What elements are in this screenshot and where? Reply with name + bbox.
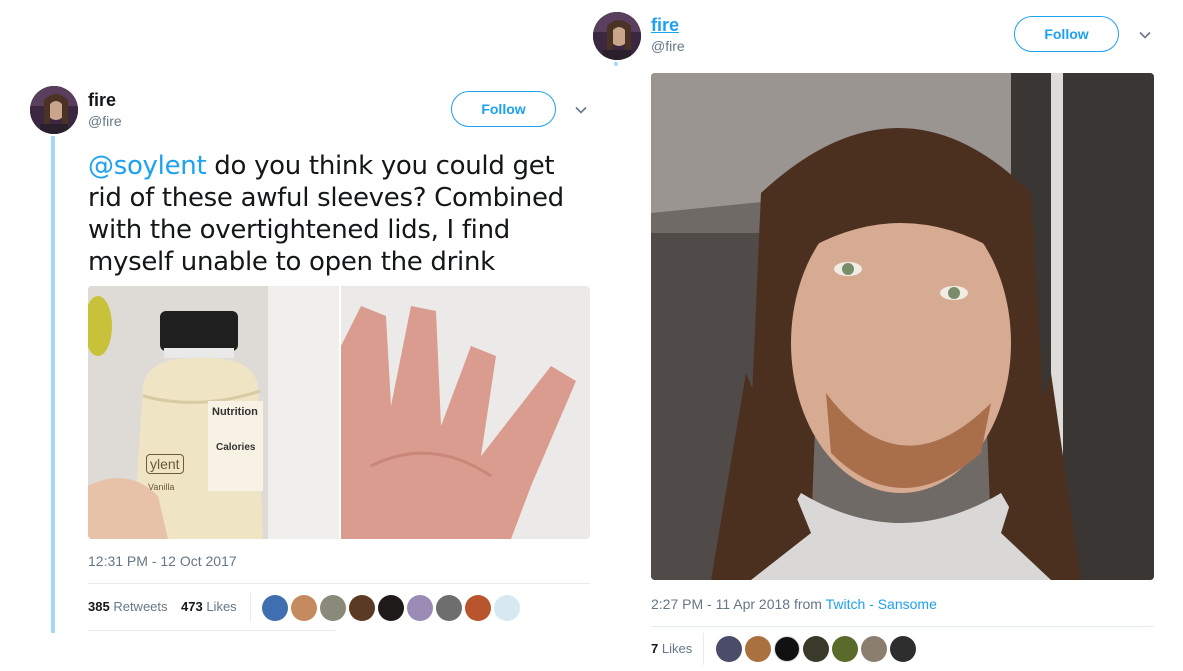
author-handle[interactable]: @fire xyxy=(651,38,685,54)
avatar[interactable] xyxy=(593,12,641,60)
follow-button[interactable]: Follow xyxy=(1014,16,1119,52)
likes-stat[interactable]: 7 Likes xyxy=(651,641,692,656)
tweet-timestamp[interactable]: 2:27 PM - 11 Apr 2018 xyxy=(651,596,790,612)
likers-avatars xyxy=(716,636,916,662)
chevron-down-icon[interactable] xyxy=(574,103,588,117)
retweets-label: Retweets xyxy=(113,599,168,614)
label-brand: ylent xyxy=(146,454,184,474)
liker-avatar[interactable] xyxy=(890,636,916,662)
liker-avatar[interactable] xyxy=(861,636,887,662)
label-flavor: Vanilla xyxy=(148,482,175,492)
thread-line xyxy=(51,136,55,633)
likes-count: 7 xyxy=(651,641,659,656)
liker-avatar[interactable] xyxy=(291,595,317,621)
source-link[interactable]: Twitch - Sansome xyxy=(826,596,937,612)
liker-avatar[interactable] xyxy=(745,636,771,662)
stats-divider xyxy=(703,633,704,665)
media-grid: Nutrition Calories ylent Vanilla xyxy=(88,286,590,539)
tweet-photo-hand[interactable] xyxy=(341,286,590,539)
liker-avatar[interactable] xyxy=(320,595,346,621)
author-name[interactable]: fire xyxy=(88,90,116,111)
avatar[interactable] xyxy=(30,86,78,134)
liker-avatar[interactable] xyxy=(407,595,433,621)
divider xyxy=(651,626,1154,627)
liker-avatar[interactable] xyxy=(378,595,404,621)
label-calories: Calories xyxy=(216,442,256,453)
from-label: from xyxy=(793,596,822,612)
liker-avatar[interactable] xyxy=(262,595,288,621)
tweet-photo-bottle[interactable]: Nutrition Calories ylent Vanilla xyxy=(88,286,339,539)
author-handle[interactable]: @fire xyxy=(88,113,122,129)
tweet-timestamp[interactable]: 12:31 PM - 12 Oct 2017 xyxy=(88,553,237,569)
stats-divider xyxy=(250,592,251,622)
thread-dot xyxy=(614,62,618,66)
likes-stat[interactable]: 473 Likes xyxy=(181,599,237,614)
retweet-stat[interactable]: 385 Retweets xyxy=(88,599,168,614)
liker-avatar[interactable] xyxy=(349,595,375,621)
likes-count: 473 xyxy=(181,599,203,614)
liker-avatar[interactable] xyxy=(803,636,829,662)
liker-avatar[interactable] xyxy=(832,636,858,662)
retweets-count: 385 xyxy=(88,599,110,614)
follow-button[interactable]: Follow xyxy=(451,91,556,127)
liker-avatar[interactable] xyxy=(716,636,742,662)
liker-avatar[interactable] xyxy=(774,636,800,662)
author-name[interactable]: fire xyxy=(651,15,679,36)
liker-avatar[interactable] xyxy=(465,595,491,621)
label-nutrition: Nutrition xyxy=(212,406,258,418)
divider xyxy=(88,630,335,631)
mention-link[interactable]: @soylent xyxy=(88,151,207,181)
likers-avatars xyxy=(262,595,520,621)
tweet-metadata: 2:27 PM - 11 Apr 2018 from Twitch - Sans… xyxy=(651,596,937,612)
divider xyxy=(88,583,590,584)
tweet-text: @soylent do you think you could get rid … xyxy=(88,150,593,278)
chevron-down-icon[interactable] xyxy=(1138,28,1152,42)
liker-avatar[interactable] xyxy=(436,595,462,621)
liker-avatar[interactable] xyxy=(494,595,520,621)
likes-label: Likes xyxy=(206,599,237,614)
likes-label: Likes xyxy=(661,641,693,656)
tweet-photo-selfie[interactable] xyxy=(651,73,1154,580)
